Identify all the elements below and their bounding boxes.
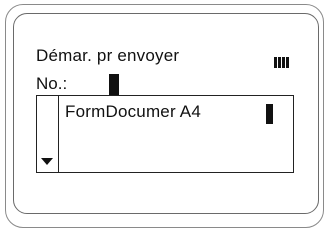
signal-bar (274, 57, 277, 68)
number-input-cursor[interactable] (109, 74, 119, 95)
triangle-down-icon[interactable] (41, 158, 53, 165)
signal-bar (286, 57, 289, 68)
list-item-cursor (266, 104, 273, 124)
signal-strength-icon (274, 57, 289, 68)
signal-bar (278, 57, 281, 68)
selection-list[interactable]: FormDocumer A4 (36, 95, 294, 173)
list-scrollbar[interactable] (37, 96, 59, 172)
signal-bar (282, 57, 285, 68)
number-label: No.: (36, 74, 68, 93)
list-item[interactable]: FormDocumer A4 (65, 102, 201, 122)
status-title: Démar. pr envoyer (36, 46, 180, 65)
